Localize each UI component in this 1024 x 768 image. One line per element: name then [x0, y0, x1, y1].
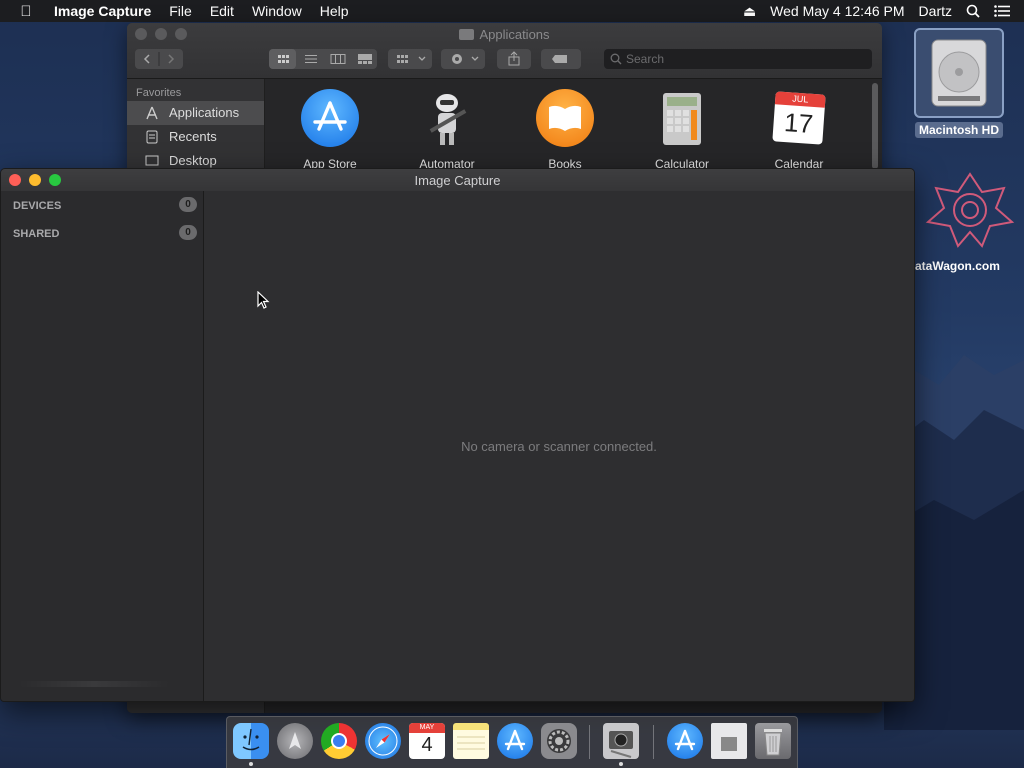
- dock-launchpad-icon[interactable]: [277, 723, 313, 759]
- app-item-app-store[interactable]: App Store: [285, 89, 375, 171]
- dock-separator: [589, 725, 590, 759]
- sidebar-item-applications[interactable]: Applications: [127, 101, 264, 125]
- search-icon: [610, 53, 622, 65]
- section-label: SHARED: [13, 228, 60, 240]
- gear-icon: [547, 729, 571, 753]
- dock-trash-icon[interactable]: [755, 723, 791, 759]
- folder-icon: [459, 29, 475, 40]
- search-placeholder: Search: [626, 52, 665, 66]
- applications-icon: [146, 106, 158, 120]
- finder-search-field[interactable]: Search: [604, 49, 872, 69]
- finder-title: Applications: [127, 27, 882, 42]
- device-count-badge: 0: [179, 197, 197, 212]
- sidebar-resize-shadow: [19, 681, 169, 687]
- desktop-icon-label: Macintosh HD: [914, 122, 1003, 138]
- action-gear-button[interactable]: [441, 49, 485, 69]
- menu-edit[interactable]: Edit: [210, 3, 234, 19]
- notification-center-icon[interactable]: [994, 5, 1010, 17]
- dock-calendar-month: MAY: [409, 723, 445, 733]
- calendar-icon: JUL 17: [772, 91, 826, 145]
- calculator-icon: [653, 89, 711, 147]
- back-forward-buttons[interactable]: [135, 49, 183, 69]
- sidebar-section-shared[interactable]: SHARED 0: [1, 219, 203, 247]
- app-store-icon: [301, 89, 359, 147]
- dock-safari-icon[interactable]: [365, 723, 401, 759]
- calendar-day: 17: [783, 107, 815, 139]
- hard-drive-icon: [914, 28, 1004, 118]
- dock: MAY 4: [226, 716, 798, 768]
- spotlight-search-icon[interactable]: [966, 4, 980, 18]
- view-mode-icons: [269, 49, 372, 69]
- app-item-books[interactable]: Books: [520, 89, 610, 171]
- desktop-icon-datawagon[interactable]: ataWagon.com: [915, 170, 1024, 273]
- dock-separator: [653, 725, 654, 759]
- app-item-calendar[interactable]: JUL 17 Calendar: [754, 89, 844, 171]
- tag-icon: [552, 55, 567, 63]
- menu-help[interactable]: Help: [320, 3, 349, 19]
- dock-applications-folder-icon[interactable]: [667, 723, 703, 759]
- app-item-calculator[interactable]: Calculator: [637, 89, 727, 171]
- empty-state-message: No camera or scanner connected.: [461, 439, 657, 454]
- running-indicator: [249, 762, 253, 766]
- finder-toolbar: Applications Search: [127, 23, 882, 79]
- menu-app-name[interactable]: Image Capture: [54, 3, 151, 19]
- datawagon-logo-icon: [925, 172, 1014, 248]
- share-icon: [508, 51, 520, 66]
- apple-menu-icon[interactable]: : [14, 3, 38, 20]
- running-indicator: [619, 762, 623, 766]
- clock[interactable]: Wed May 4 12:46 PM: [770, 3, 904, 19]
- user-name[interactable]: Dartz: [919, 3, 952, 19]
- menu-bar:  Image Capture File Edit Window Help ⏏ …: [0, 0, 1024, 22]
- dock-calendar-icon[interactable]: MAY 4: [409, 723, 445, 759]
- gear-icon: [452, 54, 479, 64]
- sidebar-item-recents[interactable]: Recents: [127, 125, 264, 149]
- menubar-status-area: ⏏ Wed May 4 12:46 PM Dartz: [743, 0, 1024, 22]
- automator-robot-icon: [418, 89, 476, 147]
- dock-image-capture-icon[interactable]: [603, 723, 639, 759]
- image-capture-main-area: No camera or scanner connected.: [204, 191, 914, 701]
- sidebar-section-devices[interactable]: DEVICES 0: [1, 191, 203, 219]
- dock-chrome-icon[interactable]: [321, 723, 357, 759]
- tag-button[interactable]: [541, 49, 581, 69]
- eject-icon[interactable]: ⏏: [743, 3, 756, 20]
- books-icon: [536, 89, 594, 147]
- recents-icon: [146, 130, 158, 144]
- mouse-cursor-icon: [257, 291, 270, 309]
- desktop-icon: [145, 155, 159, 166]
- dock-calendar-day: 4: [421, 734, 433, 756]
- sidebar-item-label: Recents: [169, 129, 217, 144]
- window-title: Image Capture: [414, 173, 501, 188]
- shared-count-badge: 0: [179, 225, 197, 240]
- view-mode-segmented-control[interactable]: [269, 49, 377, 69]
- dock-app-store-icon[interactable]: [497, 723, 533, 759]
- menu-file[interactable]: File: [169, 3, 192, 19]
- share-button[interactable]: [497, 49, 531, 69]
- calendar-month: JUL: [774, 91, 826, 108]
- image-capture-window: Image Capture DEVICES 0 SHARED 0 No came…: [0, 168, 915, 702]
- finder-title-text: Applications: [479, 27, 550, 42]
- dock-system-preferences-icon[interactable]: [541, 723, 577, 759]
- menu-window[interactable]: Window: [252, 3, 302, 19]
- group-by-button[interactable]: [388, 49, 432, 69]
- app-item-automator[interactable]: Automator: [402, 89, 492, 171]
- dock-notes-icon[interactable]: [453, 723, 489, 759]
- finder-scrollbar[interactable]: [872, 83, 878, 169]
- dock-finder-icon[interactable]: [233, 723, 269, 759]
- sidebar-section-favorites: Favorites: [136, 87, 182, 99]
- desktop-icon-label: ataWagon.com: [915, 259, 1000, 273]
- sidebar-item-label: Desktop: [169, 153, 217, 168]
- image-capture-titlebar[interactable]: Image Capture: [1, 169, 914, 192]
- dock-documents-icon[interactable]: [711, 723, 747, 759]
- image-capture-sidebar: DEVICES 0 SHARED 0: [1, 191, 204, 701]
- sidebar-item-label: Applications: [169, 105, 240, 120]
- section-label: DEVICES: [13, 200, 62, 212]
- desktop-icon-macintosh-hd[interactable]: Macintosh HD: [912, 28, 1006, 138]
